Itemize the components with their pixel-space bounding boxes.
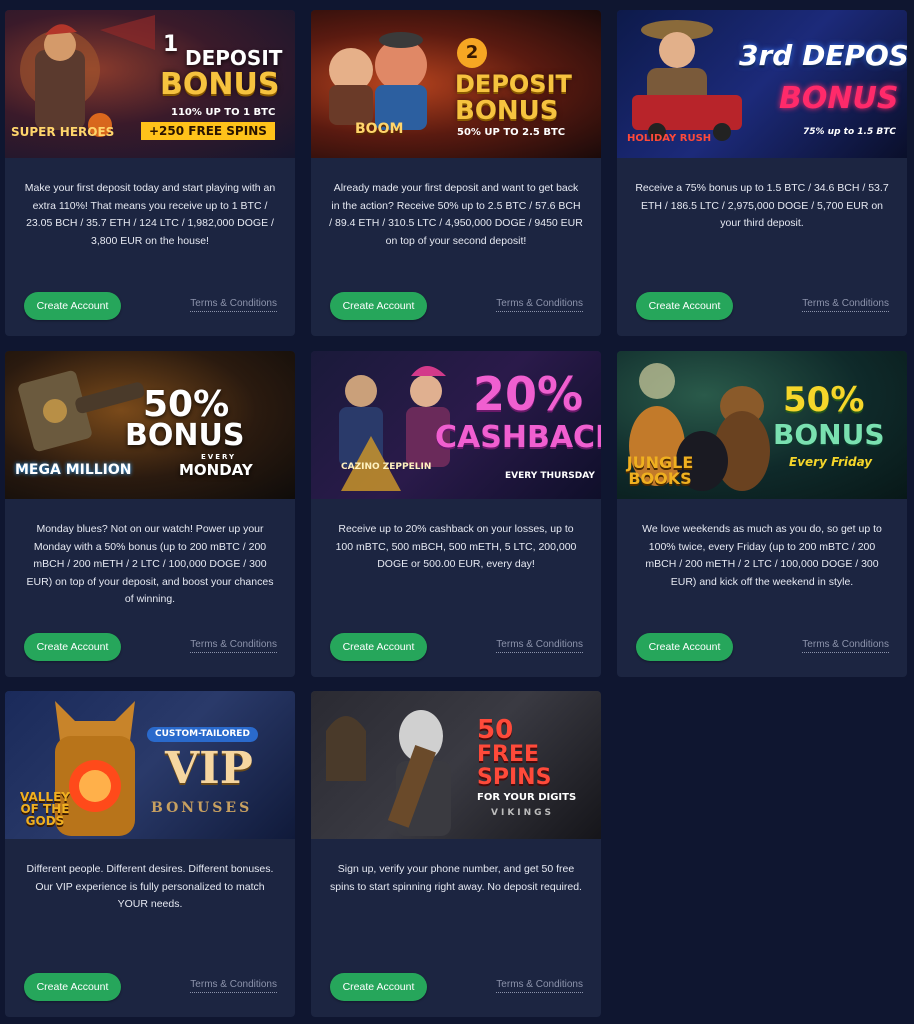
promo-card-first-deposit: SUPER HEROES 1 DEPOSIT BONUS 110% UP TO … — [5, 10, 295, 336]
banner-bonus: CASHBACK — [435, 420, 601, 455]
banner-subtitle: BONUSES — [151, 800, 253, 816]
promo-card-cashback: CAZINO ZEPPELIN 20% CASHBACK EVERY THURS… — [311, 351, 601, 677]
create-account-button[interactable]: Create Account — [330, 633, 427, 661]
game-logo: MEGA MILLION — [15, 462, 132, 478]
banner-title: 50% — [783, 380, 865, 420]
banner-title: 50 — [477, 715, 514, 745]
banner-subtitle: 50% UP TO 2.5 BTC — [457, 127, 566, 138]
banner-title: 3rd DEPOSIT — [739, 39, 907, 72]
banner-subtitle: Every Friday — [789, 455, 873, 469]
banner-tag: CUSTOM-TAILORED — [147, 727, 258, 742]
game-logo: CAZINO ZEPPELIN — [341, 462, 432, 472]
terms-link[interactable]: Terms & Conditions — [802, 639, 889, 653]
create-account-button[interactable]: Create Account — [24, 973, 121, 1001]
game-logo: VALLEY OF THE GODS — [20, 790, 70, 828]
banner-bonus: BONUS — [455, 96, 559, 126]
banner-title: 20% — [473, 367, 584, 421]
promo-description: Different people. Different desires. Dif… — [26, 863, 274, 910]
create-account-button[interactable]: Create Account — [636, 292, 733, 320]
promo-description: We love weekends as much as you do, so g… — [642, 523, 882, 588]
create-account-button[interactable]: Create Account — [636, 633, 733, 661]
banner-bonus: BONUS — [125, 418, 245, 453]
promo-card-monday-bonus: MEGA MILLION 50% BONUS EVERY MONDAY Mond… — [5, 351, 295, 677]
banner-subtitle: EVERY THURSDAY — [505, 471, 595, 481]
banner-bonus: BONUS — [773, 418, 885, 451]
promo-card-free-spins: VIKINGS 50 FREE SPINS FOR YOUR DIGITS Si… — [311, 691, 601, 1017]
terms-link[interactable]: Terms & Conditions — [496, 639, 583, 653]
create-account-button[interactable]: Create Account — [330, 292, 427, 320]
banner-bonus: FREE SPINS — [477, 742, 552, 791]
promo-description: Sign up, verify your phone number, and g… — [330, 863, 582, 893]
terms-link[interactable]: Terms & Conditions — [496, 298, 583, 312]
game-logo: SUPER HEROES — [11, 125, 115, 139]
terms-link[interactable]: Terms & Conditions — [496, 979, 583, 993]
promo-description: Already made your first deposit and want… — [329, 182, 583, 247]
create-account-button[interactable]: Create Account — [330, 973, 427, 1001]
promo-banner: HOLIDAY RUSH 3rd DEPOSIT BONUS 75% up to… — [617, 10, 907, 158]
promo-actions: Create Account Terms & Conditions — [5, 292, 295, 320]
banner-subtitle: 110% UP TO 1 BTC — [171, 107, 276, 118]
promo-actions: Create Account Terms & Conditions — [617, 633, 907, 661]
promo-actions: Create Account Terms & Conditions — [311, 633, 601, 661]
banner-bonus: BONUS — [779, 81, 899, 116]
promo-card-friday-bonus: JUNGLE BOOKS 50% BONUS Every Friday We l… — [617, 351, 907, 677]
promo-actions: Create Account Terms & Conditions — [5, 633, 295, 661]
banner-number: 1 — [163, 32, 179, 57]
terms-link[interactable]: Terms & Conditions — [190, 298, 277, 312]
promo-banner: JUNGLE BOOKS 50% BONUS Every Friday — [617, 351, 907, 499]
promo-banner: VALLEY OF THE GODS CUSTOM-TAILORED VIP B… — [5, 691, 295, 839]
promo-card-vip: VALLEY OF THE GODS CUSTOM-TAILORED VIP B… — [5, 691, 295, 1017]
banner-number: 2 — [457, 38, 487, 68]
terms-link[interactable]: Terms & Conditions — [190, 639, 277, 653]
promo-actions: Create Account Terms & Conditions — [311, 973, 601, 1001]
promo-actions: Create Account Terms & Conditions — [5, 973, 295, 1001]
terms-link[interactable]: Terms & Conditions — [190, 979, 277, 993]
banner-title: DEPOSIT — [185, 46, 283, 70]
promo-banner: SUPER HEROES 1 DEPOSIT BONUS 110% UP TO … — [5, 10, 295, 158]
banner-subtitle: FOR YOUR DIGITS — [477, 792, 577, 803]
promo-banner: VIKINGS 50 FREE SPINS FOR YOUR DIGITS — [311, 691, 601, 839]
promo-card-second-deposit: BOOM 2 DEPOSIT BONUS 50% UP TO 2.5 BTC A… — [311, 10, 601, 336]
terms-link[interactable]: Terms & Conditions — [802, 298, 889, 312]
promo-actions: Create Account Terms & Conditions — [617, 292, 907, 320]
banner-subtitle: MONDAY — [179, 461, 253, 479]
promo-description: Receive up to 20% cashback on your losse… — [335, 523, 577, 570]
promo-card-third-deposit: HOLIDAY RUSH 3rd DEPOSIT BONUS 75% up to… — [617, 10, 907, 336]
banner-every: EVERY — [201, 453, 237, 461]
promo-banner: BOOM 2 DEPOSIT BONUS 50% UP TO 2.5 BTC — [311, 10, 601, 158]
game-logo: JUNGLE BOOKS — [626, 453, 694, 488]
banner-title: VIP — [165, 743, 253, 794]
promo-actions: Create Account Terms & Conditions — [311, 292, 601, 320]
promo-banner: MEGA MILLION 50% BONUS EVERY MONDAY — [5, 351, 295, 499]
promo-banner: CAZINO ZEPPELIN 20% CASHBACK EVERY THURS… — [311, 351, 601, 499]
banner-bonus: BONUS — [160, 67, 280, 102]
game-logo: VIKINGS — [491, 808, 555, 818]
banner-subtitle: 75% up to 1.5 BTC — [803, 127, 896, 137]
promo-description: Make your first deposit today and start … — [24, 182, 276, 247]
promo-description: Monday blues? Not on our watch! Power up… — [26, 523, 274, 605]
create-account-button[interactable]: Create Account — [24, 292, 121, 320]
promotions-grid: SUPER HEROES 1 DEPOSIT BONUS 110% UP TO … — [0, 0, 914, 1024]
game-logo: HOLIDAY RUSH — [627, 133, 712, 144]
banner-extra: +250 FREE SPINS — [141, 122, 275, 140]
game-logo: BOOM — [355, 121, 404, 137]
banner-title: DEPOSIT — [455, 70, 572, 98]
create-account-button[interactable]: Create Account — [24, 633, 121, 661]
promo-description: Receive a 75% bonus up to 1.5 BTC / 34.6… — [635, 182, 889, 229]
